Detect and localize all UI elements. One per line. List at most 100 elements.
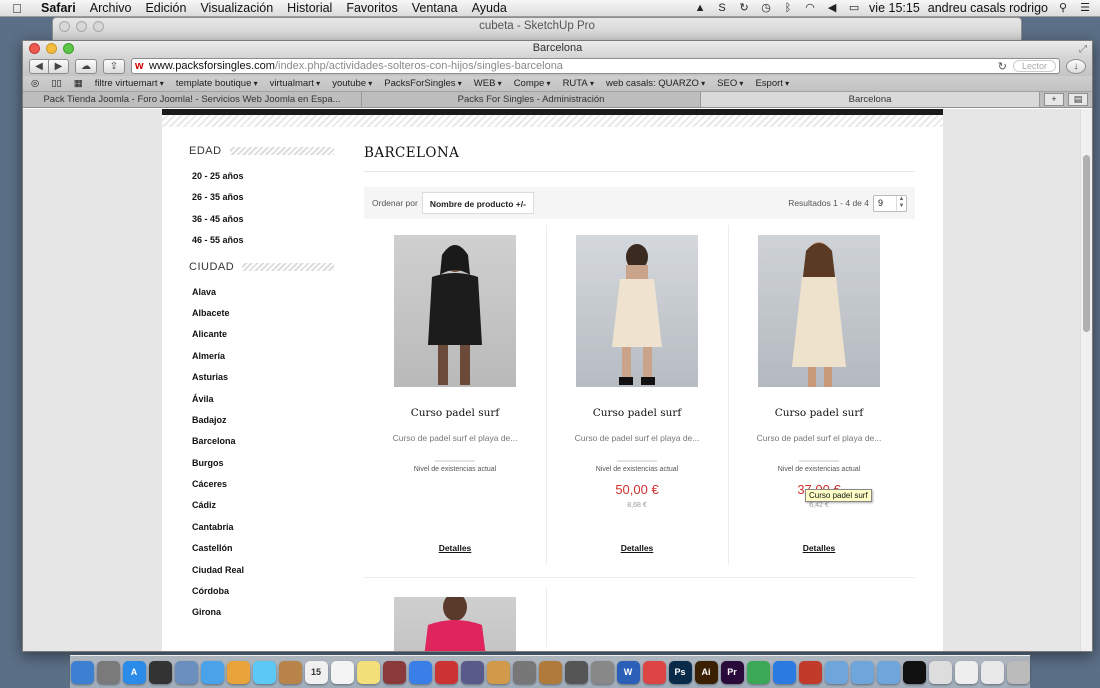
age-filter-46-55[interactable]: 46 - 55 años (192, 234, 334, 255)
city-filter-c-diz[interactable]: Cádiz (192, 499, 334, 520)
product-name[interactable]: Curso padel surf (364, 407, 546, 419)
order-by-dropdown[interactable]: Nombre de producto +/- (421, 192, 534, 214)
bookmark-filtre-virtuemart[interactable]: filtre virtuemart (95, 78, 164, 89)
folder-2-icon[interactable] (850, 660, 874, 684)
menu-app-name[interactable]: Safari (34, 1, 83, 15)
bookmark-compe[interactable]: Compe (514, 78, 551, 89)
zoom-icon[interactable] (63, 43, 74, 54)
volume-icon[interactable]: ◀ (825, 2, 839, 14)
menu-historial[interactable]: Historial (280, 1, 339, 15)
page-scrollbar[interactable] (1080, 109, 1092, 651)
per-page-select[interactable]: 9 ▲ ▼ (873, 194, 907, 212)
bookmarks-icon[interactable]: ▯▯ (51, 78, 61, 89)
city-filter-alava[interactable]: Alava (192, 286, 334, 307)
age-filter-26-35[interactable]: 26 - 35 años (192, 191, 334, 212)
city-filter-asturias[interactable]: Asturias (192, 371, 334, 392)
product-image[interactable] (576, 235, 698, 387)
apple-menu-icon[interactable]:  (0, 1, 34, 16)
city-filter-badajoz[interactable]: Badajoz (192, 414, 334, 435)
city-filter--vila[interactable]: Ávila (192, 393, 334, 414)
icloud-tabs-button[interactable]: ☁ (75, 58, 97, 74)
document-3-icon[interactable] (980, 660, 1004, 684)
city-filter-barcelona[interactable]: Barcelona (192, 435, 334, 456)
wifi-icon[interactable]: ◠ (803, 2, 817, 14)
skype-icon[interactable]: S (715, 2, 729, 14)
contacts-icon[interactable] (278, 660, 302, 684)
product-name[interactable]: Curso padel surf (546, 407, 728, 419)
new-tab-button[interactable]: + (1044, 93, 1064, 106)
bookmark-packsforsingles[interactable]: PacksForSingles (384, 78, 462, 89)
battery-icon[interactable]: ▭ (847, 2, 861, 14)
product-image[interactable] (758, 235, 880, 387)
finder-icon[interactable] (70, 660, 94, 684)
illustrator-icon[interactable]: Ai (694, 660, 718, 684)
trash-icon[interactable] (1006, 660, 1030, 684)
city-filter-c-ceres[interactable]: Cáceres (192, 478, 334, 499)
details-link[interactable]: Detalles (546, 543, 728, 553)
notification-center-icon[interactable]: ☰ (1078, 2, 1092, 14)
folder-1-icon[interactable] (824, 660, 848, 684)
scrollbar-thumb[interactable] (1083, 155, 1090, 332)
menu-edicion[interactable]: Edición (138, 1, 193, 15)
city-filter-c-rdoba[interactable]: Córdoba (192, 585, 334, 606)
details-link[interactable]: Detalles (364, 543, 546, 553)
city-filter-albacete[interactable]: Albacete (192, 307, 334, 328)
stickies-icon[interactable] (642, 660, 666, 684)
photo-app-icon[interactable] (434, 660, 458, 684)
sketchup-icon[interactable] (798, 660, 822, 684)
age-filter-20-25[interactable]: 20 - 25 años (192, 170, 334, 191)
app-store-icon[interactable]: A (122, 660, 146, 684)
spotlight-icon[interactable]: ⚲ (1056, 2, 1070, 14)
details-link[interactable]: Detalles (728, 543, 910, 553)
product-image[interactable] (394, 235, 516, 387)
window-titlebar[interactable]: Barcelona ⤢ (23, 41, 1092, 56)
menu-visualizacion[interactable]: Visualización (193, 1, 280, 15)
calendar-icon[interactable]: 15 (304, 660, 328, 684)
downloads-button[interactable]: ↓ (1066, 58, 1086, 74)
dropbox-icon[interactable] (772, 660, 796, 684)
city-filter-cantabria[interactable]: Cantabria (192, 521, 334, 542)
menu-clock[interactable]: vie 15:15 (869, 1, 920, 15)
photo-booth-icon[interactable] (382, 660, 406, 684)
tools-icon[interactable] (512, 660, 536, 684)
premiere-icon[interactable]: Pr (720, 660, 744, 684)
folder-3-icon[interactable] (876, 660, 900, 684)
bookmark-ruta[interactable]: RUTA (563, 78, 594, 89)
back-button[interactable]: ◀ (29, 58, 49, 74)
menu-user[interactable]: andreu casals rodrigo (928, 1, 1048, 15)
reader-button[interactable]: Lector (1012, 60, 1056, 72)
imovie-icon[interactable] (460, 660, 484, 684)
photoshop-icon[interactable]: Ps (668, 660, 692, 684)
product-image[interactable] (394, 597, 516, 651)
reading-list-icon[interactable]: ◎ (31, 78, 39, 89)
bookmark-seo[interactable]: SEO (717, 78, 743, 89)
bookmark-youtube[interactable]: youtube (332, 78, 372, 89)
close-icon[interactable] (29, 43, 40, 54)
bookmark-template-boutique[interactable]: template boutique (176, 78, 258, 89)
city-filter-alicante[interactable]: Alicante (192, 328, 334, 349)
messages-icon[interactable] (252, 660, 276, 684)
garageband-icon[interactable] (538, 660, 562, 684)
iphoto-icon[interactable] (486, 660, 510, 684)
document-1-icon[interactable] (928, 660, 952, 684)
tab-admin[interactable]: Packs For Singles - Administración (362, 92, 701, 107)
bluetooth-icon[interactable]: ᛒ (781, 2, 795, 14)
itunes-icon[interactable] (408, 660, 432, 684)
tab-barcelona[interactable]: Barcelona (701, 92, 1040, 107)
chrome-icon[interactable] (226, 660, 250, 684)
word-icon[interactable]: W (616, 660, 640, 684)
menu-archivo[interactable]: Archivo (83, 1, 139, 15)
fullscreen-icon[interactable]: ⤢ (1079, 42, 1087, 57)
menu-favoritos[interactable]: Favoritos (339, 1, 404, 15)
bookmark-web-casals[interactable]: web casals: QUARZO (606, 78, 705, 89)
bookmark-esport[interactable]: Esport (755, 78, 789, 89)
share-button[interactable]: ⇪ (103, 58, 125, 74)
sync-icon[interactable]: ↻ (737, 2, 751, 14)
city-filter-ciudad-real[interactable]: Ciudad Real (192, 564, 334, 585)
top-sites-icon[interactable]: ▦ (74, 78, 83, 89)
time-machine-icon[interactable] (564, 660, 588, 684)
time-machine-icon[interactable]: ◷ (759, 2, 773, 14)
tab-pack-tienda[interactable]: Pack Tienda Joomla - Foro Joomla! - Serv… (23, 92, 362, 107)
google-drive-icon[interactable] (746, 660, 770, 684)
city-filter-girona[interactable]: Girona (192, 606, 334, 627)
